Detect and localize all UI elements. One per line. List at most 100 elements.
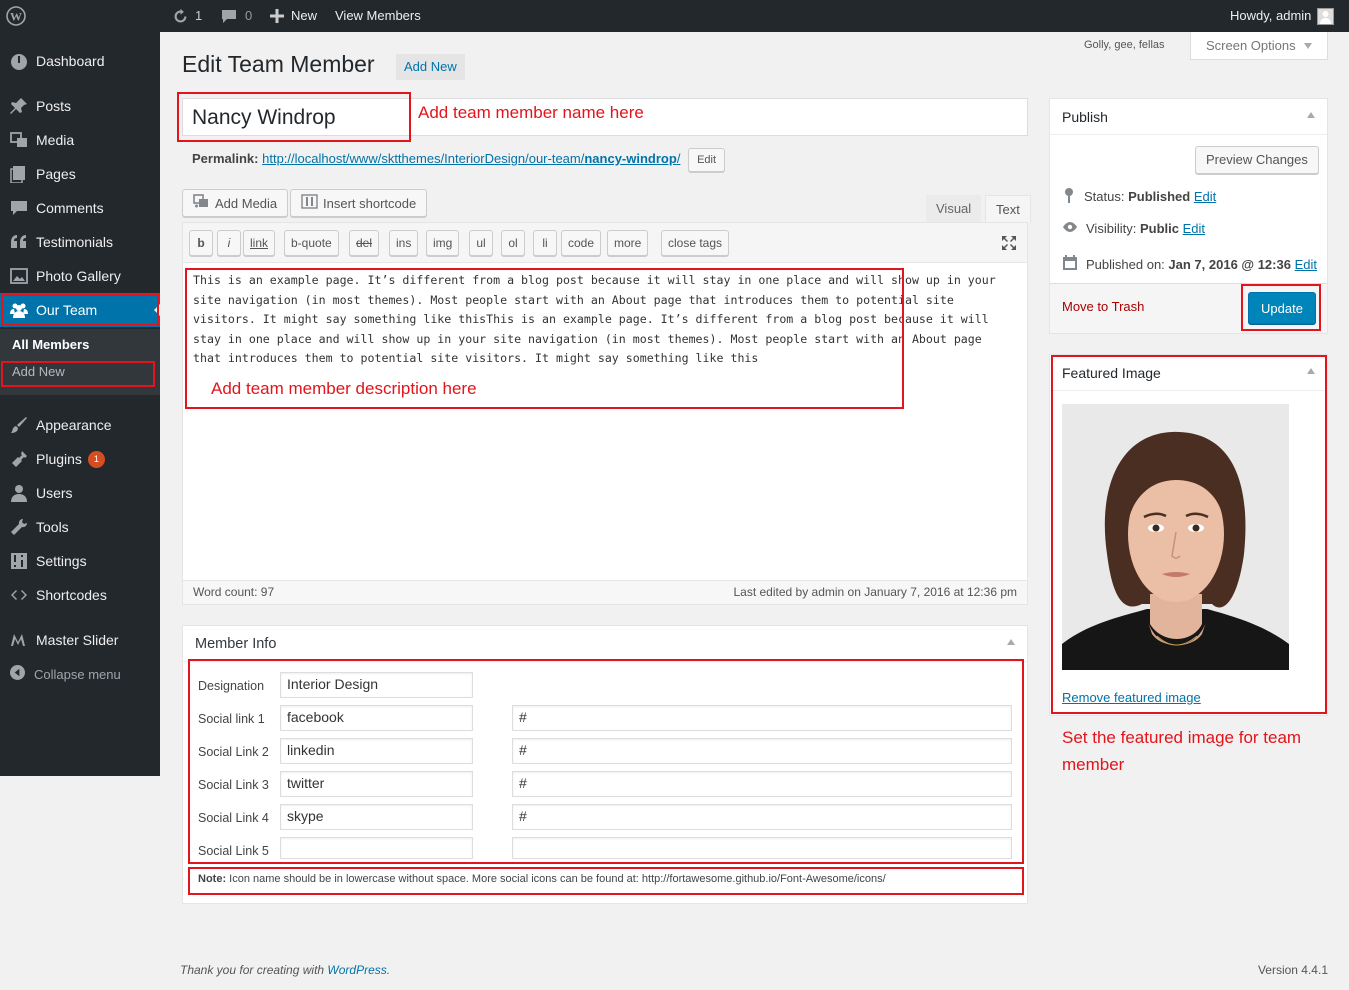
member-field-label: Social link 1 [198, 712, 265, 726]
status-edit-link[interactable]: Edit [1194, 189, 1216, 204]
social-link-url-input-4[interactable]: # [512, 804, 1012, 830]
fullscreen-icon[interactable] [1001, 235, 1017, 254]
quicktag-b-button[interactable]: b [189, 230, 213, 256]
admin-bar: W 1 0 New View Members Howdy, admin [0, 0, 1349, 32]
gallery-icon [0, 267, 36, 285]
team-icon [0, 301, 36, 319]
social-link-url-input-5[interactable] [512, 837, 1012, 859]
submenu-all-members[interactable]: All Members [12, 337, 89, 352]
sidebar-item-pages[interactable]: Pages [0, 157, 160, 191]
add-new-button[interactable]: Add New [396, 54, 465, 80]
quicktag-ul-button[interactable]: ul [469, 230, 493, 256]
sidebar-item-comments[interactable]: Comments [0, 191, 160, 225]
sidebar-item-label: Dashboard [36, 53, 105, 69]
permalink-url: http://localhost/www/sktthemes/InteriorD… [262, 151, 585, 166]
media-icon [0, 131, 36, 149]
tab-visual[interactable]: Visual [926, 195, 982, 223]
sidebar-item-settings[interactable]: Settings [0, 544, 160, 578]
sidebar-item-label: Master Slider [36, 632, 119, 648]
published-label: Published on: [1086, 257, 1165, 272]
social-icon-input-1[interactable]: facebook [280, 705, 473, 731]
quicktag-link-button[interactable]: link [243, 230, 276, 256]
social-link-url-input-3[interactable]: # [512, 771, 1012, 797]
submenu-add-new[interactable]: Add New [12, 364, 65, 379]
quicktag-more-button[interactable]: more [607, 230, 649, 256]
visibility-value: Public [1139, 221, 1179, 236]
comments-count: 0 [245, 8, 253, 23]
caret-down-icon [1303, 42, 1312, 49]
last-edited: Last edited by admin on January 7, 2016 … [733, 585, 1017, 599]
update-button[interactable]: Update [1248, 292, 1316, 324]
sidebar-item-dashboard[interactable]: Dashboard [0, 44, 160, 78]
wordpress-link[interactable]: WordPress [327, 963, 386, 977]
collapse-menu-button[interactable]: Collapse menu [10, 665, 121, 683]
quicktag-close-tags-button[interactable]: close tags [661, 230, 730, 256]
quicktag-i-button[interactable]: i [217, 230, 241, 256]
designation-input[interactable]: Interior Design [280, 672, 473, 698]
featured-image-photo[interactable] [1062, 404, 1289, 670]
social-icon-input-5[interactable] [280, 837, 473, 859]
move-to-trash-link[interactable]: Move to Trash [1062, 299, 1144, 314]
sidebar-item-label: Appearance [36, 417, 112, 433]
sidebar-item-media[interactable]: Media [0, 123, 160, 157]
new-content-link[interactable]: New [270, 0, 317, 32]
published-value: Jan 7, 2016 @ 12:36 [1168, 257, 1291, 272]
quicktag-ol-button[interactable]: ol [501, 230, 525, 256]
footer-thanks-text: Thank you for creating with [180, 963, 328, 977]
visibility-row: Visibility: Public Edit [1062, 221, 1205, 236]
quicktag-img-button[interactable]: img [426, 230, 460, 256]
sidebar-item-appearance[interactable]: Appearance [0, 408, 160, 442]
sidebar-item-tools[interactable]: Tools [0, 510, 160, 544]
permalink-label: Permalink: [192, 151, 259, 166]
updates-count: 1 [195, 8, 203, 23]
sidebar-item-shortcodes[interactable]: Shortcodes [0, 578, 160, 612]
tab-text[interactable]: Text [985, 195, 1031, 223]
updates-link[interactable]: 1 [172, 0, 202, 32]
member-field-label: Social Link 4 [198, 811, 269, 825]
our-team-submenu: All Members Add New [0, 329, 160, 395]
social-icon-input-3[interactable]: twitter [280, 771, 473, 797]
published-edit-link[interactable]: Edit [1295, 257, 1317, 272]
remove-featured-image-link[interactable]: Remove featured image [1062, 690, 1201, 705]
sidebar-item-testimonials[interactable]: Testimonials [0, 225, 160, 259]
sidebar-item-label: Tools [36, 519, 69, 535]
my-account-link[interactable]: Howdy, admin [1230, 0, 1335, 32]
sidebar-item-photo-gallery[interactable]: Photo Gallery [0, 259, 160, 293]
content-textarea[interactable]: This is an example page. It’s different … [193, 271, 1008, 369]
social-icon-input-4[interactable]: skype [280, 804, 473, 830]
wordpress-logo-icon[interactable]: W [6, 0, 26, 32]
sidebar-item-posts[interactable]: Posts [0, 89, 160, 123]
sidebar-item-master-slider[interactable]: Master Slider [0, 623, 160, 657]
view-members-link[interactable]: View Members [335, 0, 421, 32]
sidebar-item-label: Photo Gallery [36, 268, 121, 284]
permalink-link[interactable]: http://localhost/www/sktthemes/InteriorD… [262, 151, 680, 166]
quicktag-del-button[interactable]: del [349, 230, 380, 256]
social-icon-input-2[interactable]: linkedin [280, 738, 473, 764]
note-body: Icon name should be in lowercase without… [226, 873, 886, 885]
permalink-edit-button[interactable]: Edit [688, 148, 726, 172]
sidebar-item-label: Testimonials [36, 234, 114, 250]
collapse-toggle-icon[interactable] [1307, 368, 1315, 374]
member-field-label: Social Link 2 [198, 745, 269, 759]
social-link-url-input-2[interactable]: # [512, 738, 1012, 764]
annotation-featured-text-2: member [1062, 755, 1125, 774]
insert-shortcode-button[interactable]: Insert shortcode [290, 189, 428, 217]
collapse-toggle-icon[interactable] [1307, 112, 1315, 118]
add-media-button[interactable]: Add Media [182, 189, 289, 217]
sidebar-item-plugins[interactable]: Plugins 1 [0, 442, 160, 476]
quicktag-li-button[interactable]: li [533, 230, 557, 256]
sidebar-item-our-team[interactable]: Our Team [0, 293, 160, 327]
status-value: Published [1128, 189, 1191, 204]
screen-options-button[interactable]: Screen Options [1190, 32, 1328, 60]
quicktag-b-quote-button[interactable]: b-quote [284, 230, 339, 256]
social-link-url-input-1[interactable]: # [512, 705, 1012, 731]
content-line: visitors. It might say something like th… [193, 312, 989, 326]
preview-changes-button[interactable]: Preview Changes [1195, 146, 1319, 174]
sidebar-item-users[interactable]: Users [0, 476, 160, 510]
visibility-edit-link[interactable]: Edit [1183, 221, 1205, 236]
collapse-toggle-icon[interactable] [1007, 639, 1015, 645]
quicktag-code-button[interactable]: code [561, 230, 602, 256]
quicktag-ins-button[interactable]: ins [389, 230, 419, 256]
editor-status-bar: Word count: 97 Last edited by admin on J… [183, 580, 1027, 604]
comments-link[interactable]: 0 [221, 0, 252, 32]
